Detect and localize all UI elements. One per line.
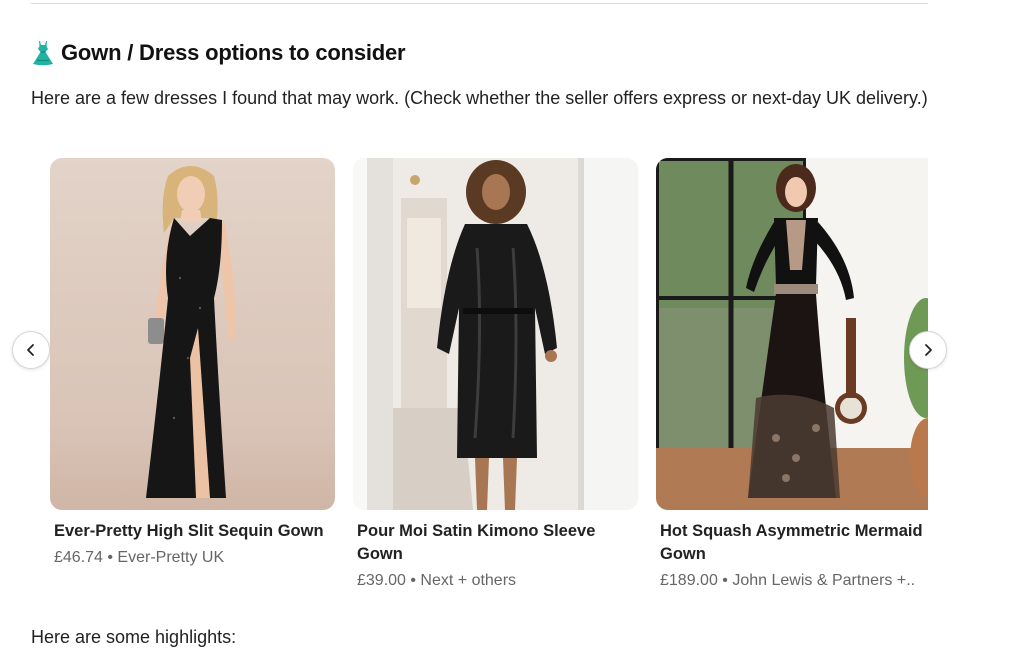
product-card[interactable]: Pour Moi Satin Kimono Sleeve Gown £39.00… <box>353 158 638 592</box>
divider <box>31 3 928 4</box>
product-price-seller: £39.00 • Next + others <box>357 572 517 589</box>
product-card[interactable]: Ever-Pretty High Slit Sequin Gown £46.74… <box>50 158 335 569</box>
product-image[interactable] <box>353 158 638 510</box>
product-title[interactable]: Pour Moi Satin Kimono Sleeve Gown <box>357 520 634 566</box>
highlights-text: Here are some highlights: <box>31 627 237 647</box>
intro-text: Here are a few dresses I found that may … <box>31 88 928 108</box>
product-price-seller: £189.00 • John Lewis & Partners +.. <box>660 572 916 589</box>
chevron-left-icon <box>27 344 34 356</box>
carousel-prev-button[interactable] <box>12 331 50 369</box>
product-price-seller: £46.74 • Ever-Pretty UK <box>54 549 225 566</box>
chat-response: Gown / Dress options to consider Here ar… <box>0 0 1024 651</box>
product-carousel: Ever-Pretty High Slit Sequin Gown £46.74… <box>50 158 928 598</box>
product-card[interactable]: Hot Squash Asymmetric Mermaid Gown £189.… <box>656 158 928 592</box>
product-title[interactable]: Hot Squash Asymmetric Mermaid Gown <box>660 520 928 566</box>
product-title[interactable]: Ever-Pretty High Slit Sequin Gown <box>54 520 331 543</box>
carousel-next-button[interactable] <box>909 331 947 369</box>
section-heading: Gown / Dress options to consider <box>31 40 406 66</box>
dress-icon <box>31 40 55 66</box>
section-heading-text: Gown / Dress options to consider <box>61 40 406 65</box>
product-image[interactable] <box>656 158 928 510</box>
chevron-right-icon <box>925 344 932 356</box>
product-image[interactable] <box>50 158 335 510</box>
